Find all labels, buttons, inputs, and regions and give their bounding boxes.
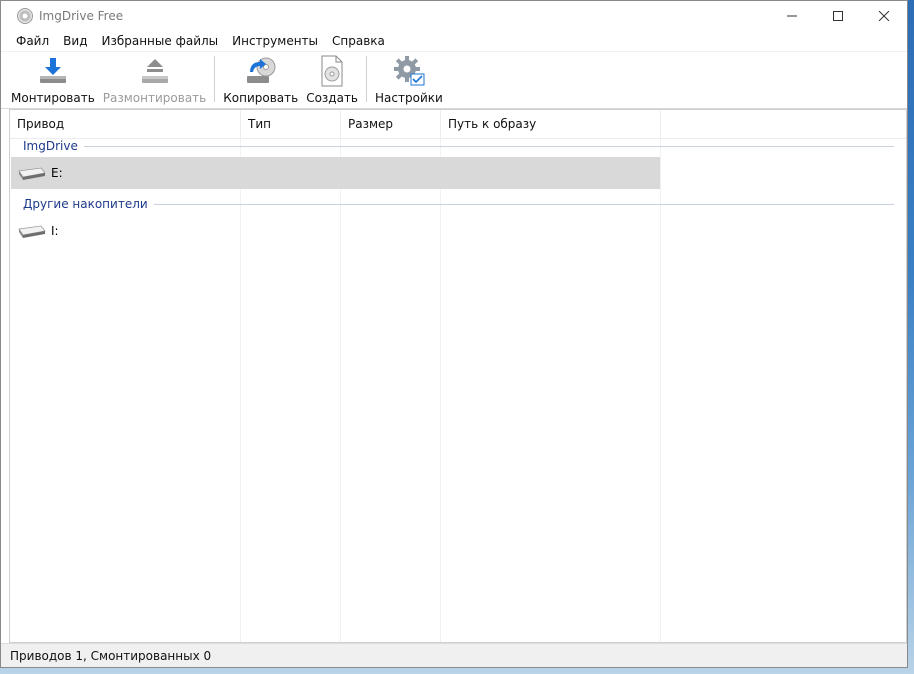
menu-tools[interactable]: Инструменты	[225, 34, 325, 48]
copy-button[interactable]: Копировать	[219, 52, 302, 108]
toolbar-separator	[214, 56, 216, 102]
unmount-button[interactable]: Размонтировать	[99, 52, 210, 108]
list-item[interactable]: E:	[11, 157, 660, 189]
group-header-other-drives[interactable]: Другие накопители	[10, 196, 894, 212]
title-bar[interactable]: ImgDrive Free	[1, 1, 907, 31]
status-text: Приводов 1, Смонтированных 0	[10, 648, 212, 663]
settings-button[interactable]: Настройки	[371, 52, 447, 108]
mount-icon	[39, 58, 66, 83]
column-header-image-path[interactable]: Путь к образу	[441, 110, 661, 138]
copy-disc-icon	[246, 57, 276, 83]
disc-app-icon	[17, 8, 33, 24]
gridline	[240, 138, 241, 642]
drive-icon	[18, 167, 46, 180]
drive-list[interactable]: Привод Тип Размер Путь к образу ImgDrive…	[9, 109, 907, 643]
window-controls	[769, 1, 907, 31]
list-item[interactable]: I:	[11, 215, 660, 247]
app-window: ImgDrive Free Файл Вид Избранные файлы И…	[0, 0, 908, 668]
menu-view[interactable]: Вид	[56, 34, 94, 48]
menu-file[interactable]: Файл	[9, 34, 56, 48]
group-label: ImgDrive	[23, 139, 78, 153]
column-header-size[interactable]: Размер	[341, 110, 441, 138]
status-bar: Приводов 1, Смонтированных 0	[1, 643, 907, 667]
menu-help[interactable]: Справка	[325, 34, 392, 48]
drive-icon	[18, 225, 46, 238]
minimize-icon	[787, 15, 797, 17]
copy-label: Копировать	[223, 91, 299, 105]
settings-label: Настройки	[375, 91, 443, 105]
toolbar: Монтировать Размонтировать Копировать Со…	[1, 52, 907, 109]
group-divider	[153, 203, 894, 205]
group-header-imgdrive[interactable]: ImgDrive	[10, 138, 894, 154]
mount-label: Монтировать	[11, 91, 95, 105]
menu-bar: Файл Вид Избранные файлы Инструменты Спр…	[1, 31, 907, 52]
group-divider	[83, 145, 894, 147]
close-icon	[879, 11, 889, 21]
list-header: Привод Тип Размер Путь к образу	[10, 110, 906, 139]
gridline	[340, 138, 341, 642]
drive-letter: E:	[51, 166, 63, 180]
mount-button[interactable]: Монтировать	[7, 52, 99, 108]
minimize-button[interactable]	[769, 1, 815, 31]
group-label: Другие накопители	[23, 197, 148, 211]
maximize-icon	[833, 11, 843, 21]
unmount-label: Размонтировать	[102, 91, 207, 105]
drive-letter: I:	[51, 224, 59, 238]
maximize-button[interactable]	[815, 1, 861, 31]
window-title: ImgDrive Free	[39, 9, 124, 23]
settings-gear-icon	[393, 56, 425, 86]
column-header-drive[interactable]: Привод	[10, 110, 241, 138]
toolbar-separator	[366, 56, 368, 102]
create-label: Создать	[306, 91, 359, 105]
close-button[interactable]	[861, 1, 907, 31]
gridline	[660, 138, 661, 642]
eject-icon	[141, 59, 168, 83]
create-button[interactable]: Создать	[302, 52, 362, 108]
gridline	[440, 138, 441, 642]
create-image-icon	[321, 55, 343, 87]
menu-favorites[interactable]: Избранные файлы	[94, 34, 225, 48]
column-header-type[interactable]: Тип	[241, 110, 341, 138]
